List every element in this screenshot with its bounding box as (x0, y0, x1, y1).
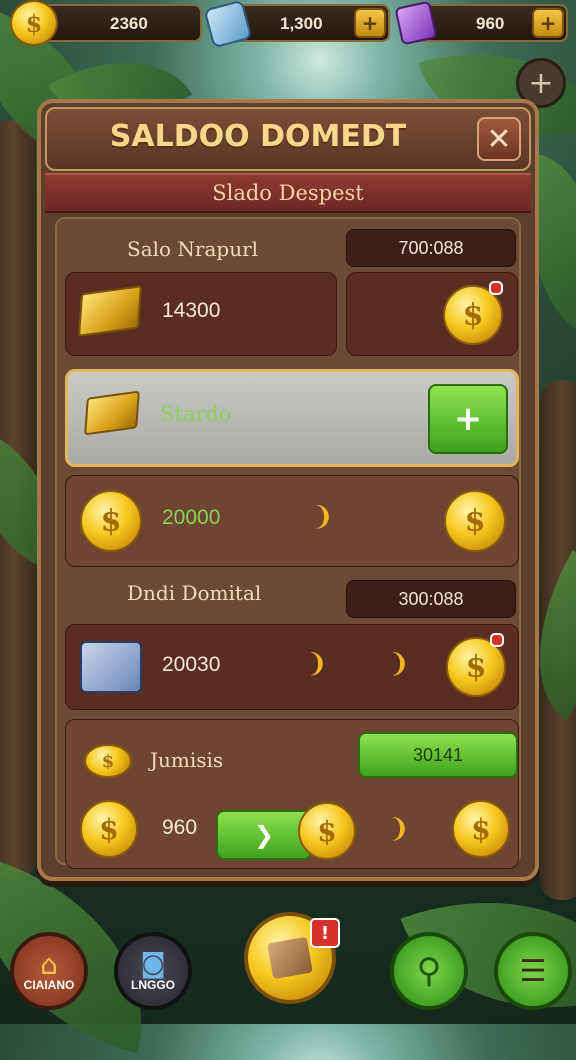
potions-value: 960 (476, 14, 505, 33)
gold-bars-icon (77, 285, 143, 337)
chest-icon (267, 936, 313, 980)
section3-panel: $ Jumisis 30141 $ 960 ❯ $ ❩ $ (65, 719, 519, 869)
potions-add-button[interactable]: + (532, 8, 564, 38)
reward-amount: 20000 (162, 506, 221, 529)
nav-shop-button[interactable]: ◙ LNGGO (114, 932, 192, 1010)
section1-coin-box[interactable]: $ (346, 272, 518, 356)
reward-row: $ 20000 ❩ $ (65, 475, 519, 567)
crate-icon (80, 641, 142, 693)
section1-amount-box: 14300 (65, 272, 337, 356)
section2-value-pill: 300:088 (346, 580, 516, 618)
gold-bar-icon (84, 390, 140, 436)
section1-label: Salo Nrapurl (127, 237, 259, 261)
coin-icon: $ (80, 800, 138, 858)
dialog-header: SALDOO DOMEDT ✕ (45, 107, 531, 171)
nav-home-button[interactable]: ⌂ CIAIANO (10, 932, 88, 1010)
nav-tasks-button[interactable]: ☰ (494, 932, 572, 1010)
clipboard-icon: ☰ (519, 953, 547, 989)
banana-icon: ❩ (388, 814, 410, 844)
section3-label: Jumisis (150, 748, 224, 772)
coin-icon: $ (298, 802, 356, 860)
section3-action-button[interactable]: 30141 (358, 732, 518, 778)
subtitle-bar: Slado Despest (45, 173, 531, 213)
highlight-row[interactable]: Stardo + (65, 369, 519, 467)
coin-icon: $ (80, 490, 142, 552)
camera-icon: ◙ (140, 949, 166, 979)
banana-icon: ❩ (388, 649, 410, 679)
nav-home-label: CIAIANO (23, 978, 75, 992)
nav-shop-label: LNGGO (131, 978, 175, 992)
section1-value-pill: 700:088 (346, 229, 516, 267)
coin-stack-icon: $ (84, 744, 132, 778)
coin-icon: $ (452, 800, 510, 858)
coins-value: 2360 (110, 14, 148, 33)
highlight-label: Stardo (160, 402, 232, 426)
coin-icon: $ (10, 0, 58, 46)
highlight-add-button[interactable]: + (428, 384, 508, 454)
dialog-subtitle: Slado Despest (212, 181, 364, 205)
close-button[interactable]: ✕ (477, 117, 521, 161)
dialog-title: SALDOO DOMEDT (109, 119, 407, 154)
section3-amount: 960 (162, 816, 198, 839)
section2-amount: 20030 (162, 653, 221, 676)
balance-dialog: SALDOO DOMEDT ✕ Slado Despest Salo Nrapu… (37, 99, 539, 881)
gems-value: 1,300 (280, 14, 323, 33)
potion-icon (394, 0, 438, 46)
gems-add-button[interactable]: + (354, 8, 386, 38)
alert-badge (490, 633, 504, 647)
section1-amount: 14300 (162, 299, 221, 322)
coin-icon: $ (444, 490, 506, 552)
nav-search-button[interactable]: ⚲ (390, 932, 468, 1010)
alert-badge (489, 281, 503, 295)
banana-icon: ❩ (312, 502, 334, 532)
section2-row: 20030 ❩ ❩ $ (65, 624, 519, 710)
dialog-body: Salo Nrapurl 700:088 14300 $ Stardo + $ … (55, 217, 521, 869)
home-icon: ⌂ (40, 947, 58, 981)
section2-label: Dndi Domital (127, 581, 262, 605)
banana-icon: ❩ (306, 649, 328, 679)
search-icon: ⚲ (416, 951, 442, 991)
center-alert-badge: ! (310, 918, 340, 948)
